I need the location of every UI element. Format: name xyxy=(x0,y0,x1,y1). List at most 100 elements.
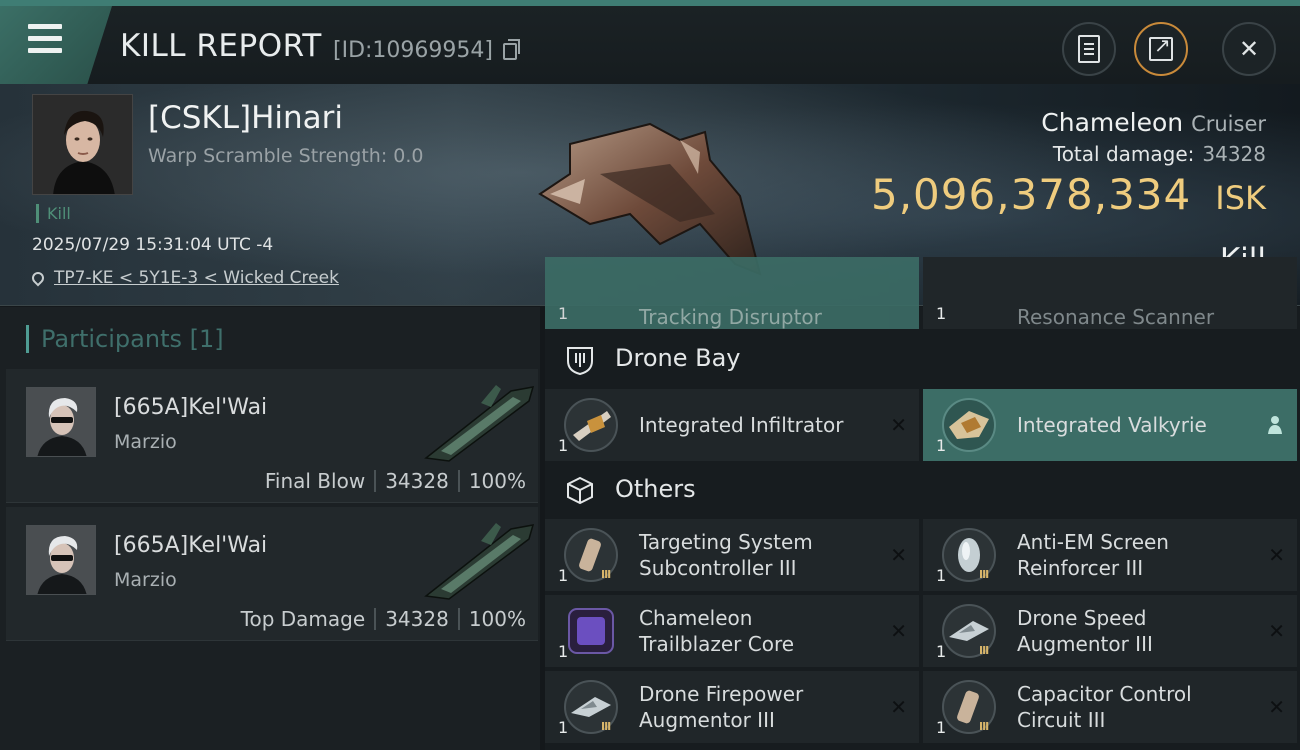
total-damage-value: 34328 xyxy=(1202,142,1266,166)
module-name: Resonance Scanner xyxy=(1017,305,1215,329)
kill-location[interactable]: TP7-KE < 5Y1E-3 < Wicked Creek xyxy=(29,268,339,288)
drone-speed-augmentor-icon xyxy=(942,604,996,658)
tier-badge: III xyxy=(979,644,989,657)
participant-name[interactable]: [665A]Kel'Wai xyxy=(114,395,267,420)
module-name-line1: Chameleon xyxy=(639,606,753,630)
menu-icon-bar xyxy=(28,48,62,53)
module-item[interactable]: 1 Integrated Infiltrator ✕ xyxy=(545,389,919,461)
module-name: Tracking Disruptor xyxy=(639,305,822,329)
participants-label: Participants xyxy=(41,325,182,353)
kill-tag: Kill xyxy=(36,204,71,223)
close-button[interactable]: ✕ xyxy=(1222,22,1276,76)
ship-name-row: Chameleon Cruiser xyxy=(1041,108,1266,137)
module-qty: 1 xyxy=(558,642,569,661)
participant-portrait[interactable] xyxy=(26,387,96,457)
export-icon xyxy=(1149,33,1173,61)
module-name-line2: Trailblazer Core xyxy=(639,632,795,656)
close-icon[interactable]: ✕ xyxy=(1268,619,1285,643)
divider xyxy=(374,608,377,630)
participants-count: [1] xyxy=(189,325,224,353)
clipboard-icon xyxy=(1078,35,1100,63)
module-qty: 1 xyxy=(558,718,569,737)
ship-name[interactable]: Chameleon xyxy=(1041,108,1183,137)
participant-ship-image xyxy=(424,385,535,462)
close-icon[interactable]: ✕ xyxy=(890,695,907,719)
divider xyxy=(457,470,460,492)
close-icon[interactable]: ✕ xyxy=(1268,695,1285,719)
close-icon[interactable]: ✕ xyxy=(890,619,907,643)
isk-value: 5,096,378,334 xyxy=(870,170,1192,219)
share-button[interactable] xyxy=(1134,22,1188,76)
module-name-line1: Drone Speed xyxy=(1017,606,1147,630)
module-item[interactable]: 1 Chameleon Trailblazer Core ✕ xyxy=(545,595,919,667)
participant-row[interactable]: [665A]Kel'Wai Marzio Top Damage 34328 10… xyxy=(6,507,538,641)
page-title: KILL REPORT xyxy=(120,28,322,64)
drone-bay-title: Drone Bay xyxy=(615,344,741,372)
participant-corp: Marzio xyxy=(114,431,177,453)
participant-name[interactable]: [665A]Kel'Wai xyxy=(114,533,267,558)
report-button[interactable] xyxy=(1062,22,1116,76)
ship-class: Cruiser xyxy=(1191,112,1266,136)
participant-portrait[interactable] xyxy=(26,525,96,595)
module-item[interactable]: III 1 Anti-EM Screen Reinforcer III ✕ xyxy=(923,519,1297,591)
tier-badge: III xyxy=(601,720,611,733)
others-title: Others xyxy=(615,475,696,503)
divider xyxy=(374,470,377,492)
participant-ship-image xyxy=(424,523,535,600)
module-item[interactable]: Resonance Scanner 1 xyxy=(923,257,1297,329)
kill-timestamp: 2025/07/29 15:31:04 UTC -4 xyxy=(32,235,274,255)
module-name: Targeting System Subcontroller III xyxy=(639,529,859,581)
module-item[interactable]: III 1 Targeting System Subcontroller III… xyxy=(545,519,919,591)
header-bar: KILL REPORT [ID:10969954] ✕ xyxy=(0,0,1300,84)
participants-header: Participants [1] xyxy=(26,325,224,353)
participants-panel: Participants [1] [665A]Kel'Wai Marzio Fi… xyxy=(0,307,540,750)
divider xyxy=(457,608,460,630)
participant-percent: 100% xyxy=(468,607,526,631)
menu-icon xyxy=(28,24,62,29)
tier-badge: III xyxy=(979,720,989,733)
module-item[interactable]: Tracking Disruptor 1 xyxy=(545,257,919,329)
module-name-line2: Circuit III xyxy=(1017,708,1106,732)
module-name-line1: Drone Firepower xyxy=(639,682,804,706)
module-name-line2: Reinforcer III xyxy=(1017,556,1144,580)
menu-button[interactable] xyxy=(0,6,112,84)
module-item[interactable]: III 1 Capacitor Control Circuit III ✕ xyxy=(923,671,1297,743)
participant-stats: Final Blow 34328 100% xyxy=(265,469,526,493)
others-icon xyxy=(567,476,593,505)
participant-row[interactable]: [665A]Kel'Wai Marzio Final Blow 34328 10… xyxy=(6,369,538,503)
victim-portrait[interactable] xyxy=(32,94,133,195)
module-item[interactable]: 1 Integrated Valkyrie xyxy=(923,389,1297,461)
person-icon xyxy=(1268,416,1282,434)
close-icon[interactable]: ✕ xyxy=(890,543,907,567)
drone-bay-icon xyxy=(567,347,593,375)
close-icon: ✕ xyxy=(1238,35,1260,63)
warp-scramble-text: Warp Scramble Strength: 0.0 xyxy=(148,145,424,167)
module-qty: 1 xyxy=(558,566,569,585)
module-name-line1: Capacitor Control xyxy=(1017,682,1192,706)
menu-icon-bar xyxy=(28,36,62,41)
close-icon[interactable]: ✕ xyxy=(1268,543,1285,567)
tier-badge: III xyxy=(979,568,989,581)
location-link[interactable]: TP7-KE < 5Y1E-3 < Wicked Creek xyxy=(54,268,339,288)
module-name: Anti-EM Screen Reinforcer III xyxy=(1017,529,1237,581)
module-item[interactable]: III 1 Drone Firepower Augmentor III ✕ xyxy=(545,671,919,743)
participant-damage: 34328 xyxy=(385,469,449,493)
module-name-line2: Augmentor III xyxy=(639,708,775,732)
trailblazer-core-icon xyxy=(568,608,614,654)
module-qty: 1 xyxy=(936,304,947,323)
module-name: Integrated Valkyrie xyxy=(1017,413,1207,437)
module-qty: 1 xyxy=(558,436,569,455)
victim-name[interactable]: [CSKL]Hinari xyxy=(148,100,343,136)
module-name: Drone Firepower Augmentor III xyxy=(639,681,859,733)
drone-firepower-augmentor-icon xyxy=(564,680,618,734)
module-qty: 1 xyxy=(936,436,947,455)
module-name: Chameleon Trailblazer Core xyxy=(639,605,859,657)
close-icon[interactable]: ✕ xyxy=(890,413,907,437)
module-name-line2: Augmentor III xyxy=(1017,632,1153,656)
participant-corp: Marzio xyxy=(114,569,177,591)
copy-icon[interactable] xyxy=(503,39,520,60)
module-qty: 1 xyxy=(936,718,947,737)
participant-percent: 100% xyxy=(468,469,526,493)
module-item[interactable]: III 1 Drone Speed Augmentor III ✕ xyxy=(923,595,1297,667)
drone-icon xyxy=(942,398,996,452)
